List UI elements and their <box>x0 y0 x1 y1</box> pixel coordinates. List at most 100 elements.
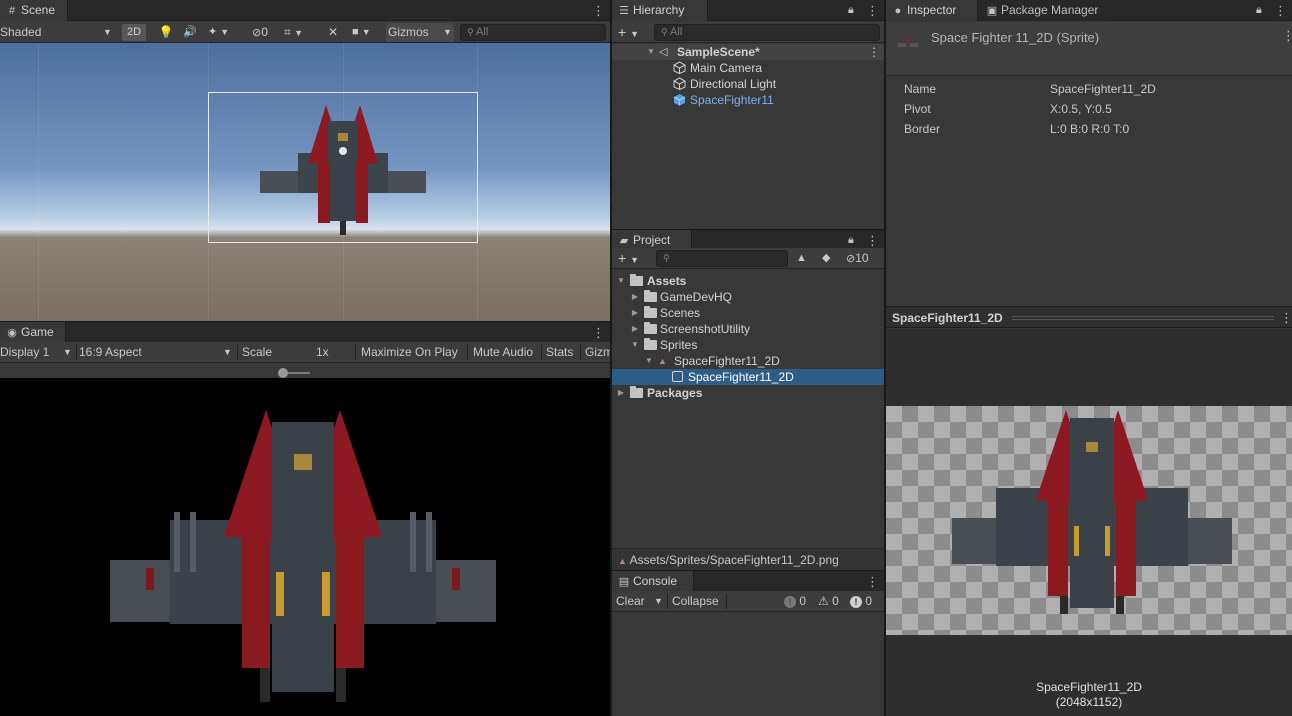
game-toolbar: Display 1 ▼ 16:9 Aspect ▼ Scale 1x Maxim… <box>0 342 610 378</box>
list-item[interactable]: ▶ GameDevHQ <box>612 289 884 305</box>
scale-slider-handle[interactable] <box>278 368 288 378</box>
scene-menu-icon[interactable]: ⋮ <box>868 44 880 60</box>
spaceship-preview-sprite <box>952 410 1232 614</box>
filter-by-label-icon[interactable]: ◆ <box>822 249 830 268</box>
expand-arrow-icon[interactable]: ▼ <box>644 353 654 369</box>
info-circle-icon: ● <box>894 5 902 17</box>
toolbar-divider <box>76 345 77 360</box>
console-panel: ▤ Console ⋮ Clear ▼ Collapse ! 0 ⚠ 0 ! 0 <box>612 571 884 716</box>
project-search-input[interactable]: ⚲ <box>656 250 788 267</box>
packages-row[interactable]: ▶ Packages <box>612 385 884 401</box>
game-menu-icon[interactable]: ⋮ <box>592 322 605 343</box>
expand-arrow-icon[interactable]: ▼ <box>646 44 656 60</box>
display-dropdown[interactable]: Display 1 ▼ <box>0 343 74 362</box>
hierarchy-search-input[interactable]: ⚲ All <box>654 24 880 41</box>
expand-arrow-icon[interactable]: ▶ <box>630 289 640 305</box>
gameobject-icon <box>673 61 686 74</box>
grid-icon: # <box>8 5 16 17</box>
list-item[interactable]: Main Camera <box>612 60 884 76</box>
toolbar-divider <box>580 345 581 360</box>
list-item[interactable]: ▼ Sprites <box>612 337 884 353</box>
assets-row[interactable]: ▼ Assets <box>612 273 884 289</box>
prefab-icon <box>673 94 686 106</box>
inspector-header-menu-icon[interactable]: ⋮ <box>1282 28 1292 44</box>
tab-game[interactable]: ◉ Game <box>0 322 66 343</box>
console-menu-icon[interactable]: ⋮ <box>866 571 879 592</box>
game-viewport[interactable] <box>0 378 610 716</box>
hidden-packages-toggle[interactable]: ⊘10 <box>846 249 869 268</box>
scene-toolbar: Shaded ▼ 2D 💡 🔊 ✦ ▼ ⊘0 ⌗ ▼ ✕ ■ ▼ Gizmos … <box>0 22 610 43</box>
expand-arrow-icon[interactable]: ▼ <box>616 273 626 289</box>
mute-audio-toggle[interactable]: Mute Audio <box>473 343 533 362</box>
shading-mode-dropdown[interactable]: Shaded ▼ <box>0 23 114 42</box>
lighting-icon[interactable]: 💡 <box>158 23 174 42</box>
hierarchy-menu-icon[interactable]: ⋮ <box>866 0 879 21</box>
filter-by-type-icon[interactable]: ▲ <box>796 249 807 268</box>
clear-button[interactable]: Clear <box>616 592 645 611</box>
pivot-value: X:0.5, Y:0.5 <box>1050 102 1112 116</box>
effects-icon[interactable]: ✦ ▼ <box>208 23 238 42</box>
sprite-thumbnail-icon <box>898 36 918 49</box>
scene-menu-icon[interactable]: ⋮ <box>592 0 605 21</box>
expand-arrow-icon[interactable]: ▶ <box>630 305 640 321</box>
sprite-preview-canvas <box>886 406 1292 635</box>
maximize-on-play-toggle[interactable]: Maximize On Play <box>361 343 458 362</box>
create-dropdown[interactable]: + ▼ <box>618 23 639 42</box>
tab-inspector[interactable]: ● Inspector <box>886 0 978 21</box>
gizmos-dropdown[interactable]: Gizmos ▼ <box>386 23 454 42</box>
game-tabbar: ◉ Game ⋮ <box>0 322 610 343</box>
collapse-toggle[interactable]: Collapse <box>672 592 719 611</box>
preview-drag-handle[interactable] <box>1012 316 1274 320</box>
list-item[interactable]: ▶ Scenes <box>612 305 884 321</box>
sprite-icon <box>672 371 683 382</box>
tab-hierarchy[interactable]: ☰ Hierarchy <box>612 0 708 21</box>
preview-name: SpaceFighter11_2D <box>1036 680 1142 694</box>
expand-arrow-icon[interactable]: ▼ <box>630 337 640 353</box>
clear-options-dropdown[interactable]: ▼ <box>654 592 663 611</box>
tools-icon[interactable]: ✕ <box>328 23 342 42</box>
list-item[interactable]: Directional Light <box>612 76 884 92</box>
toggle-2d-button[interactable]: 2D <box>122 24 146 41</box>
scene-viewport[interactable] <box>0 43 610 321</box>
chevron-down-icon: ▼ <box>443 27 452 37</box>
preview-header[interactable]: SpaceFighter11_2D ⋮ <box>886 306 1292 328</box>
list-item[interactable]: ▼ ▲ SpaceFighter11_2D <box>612 353 884 369</box>
lock-icon[interactable]: 🔒︎ <box>1256 0 1262 21</box>
folder-icon <box>644 290 657 302</box>
toolbar-divider <box>237 345 238 360</box>
preview-menu-icon[interactable]: ⋮ <box>1280 310 1292 326</box>
list-item[interactable]: ▶ ScreenshotUtility <box>612 321 884 337</box>
error-filter-toggle[interactable]: ! 0 <box>850 593 872 610</box>
chevron-down-icon: ▼ <box>103 27 112 37</box>
folder-icon <box>630 386 643 398</box>
grid-snap-icon[interactable]: ⌗ ▼ <box>284 23 322 42</box>
scene-search-input[interactable]: ⚲ All <box>460 24 606 41</box>
scene-root-row[interactable]: ▼ ◁ SampleScene* ⋮ <box>612 44 884 60</box>
texture-icon: ▲ <box>658 356 667 366</box>
folder-icon <box>644 338 657 350</box>
inspector-tabbar: ● Inspector ▣ Package Manager 🔒︎ ⋮ <box>886 0 1292 21</box>
audio-icon[interactable]: 🔊 <box>182 23 198 42</box>
info-filter-toggle[interactable]: ! 0 <box>784 593 806 610</box>
list-icon: ☰ <box>619 5 629 17</box>
inspector-menu-icon[interactable]: ⋮ <box>1274 0 1287 21</box>
tab-console[interactable]: ▤ Console <box>612 571 694 592</box>
list-item[interactable]: SpaceFighter11 <box>612 92 884 108</box>
scene-visibility-toggle[interactable]: ⊘0 <box>252 23 278 42</box>
list-item[interactable]: SpaceFighter11_2D <box>612 369 884 385</box>
scale-slider[interactable] <box>278 368 310 378</box>
create-dropdown[interactable]: + ▼ <box>618 249 639 268</box>
warning-filter-toggle[interactable]: ⚠ 0 <box>818 593 839 610</box>
camera-icon[interactable]: ■ ▼ <box>352 23 384 42</box>
toolbar-divider <box>541 345 542 360</box>
aspect-dropdown[interactable]: 16:9 Aspect ▼ <box>79 343 235 362</box>
tab-package-manager[interactable]: ▣ Package Manager <box>980 0 1110 21</box>
stats-toggle[interactable]: Stats <box>546 343 573 362</box>
lock-icon[interactable]: 🔒︎ <box>848 0 854 21</box>
scale-value: 1x <box>316 345 329 359</box>
spaceship-sprite[interactable] <box>258 103 428 236</box>
tab-scene[interactable]: # Scene <box>0 0 68 21</box>
game-gizmos-toggle[interactable]: Gizm <box>585 343 610 362</box>
expand-arrow-icon[interactable]: ▶ <box>630 321 640 337</box>
expand-arrow-icon[interactable]: ▶ <box>616 385 626 401</box>
